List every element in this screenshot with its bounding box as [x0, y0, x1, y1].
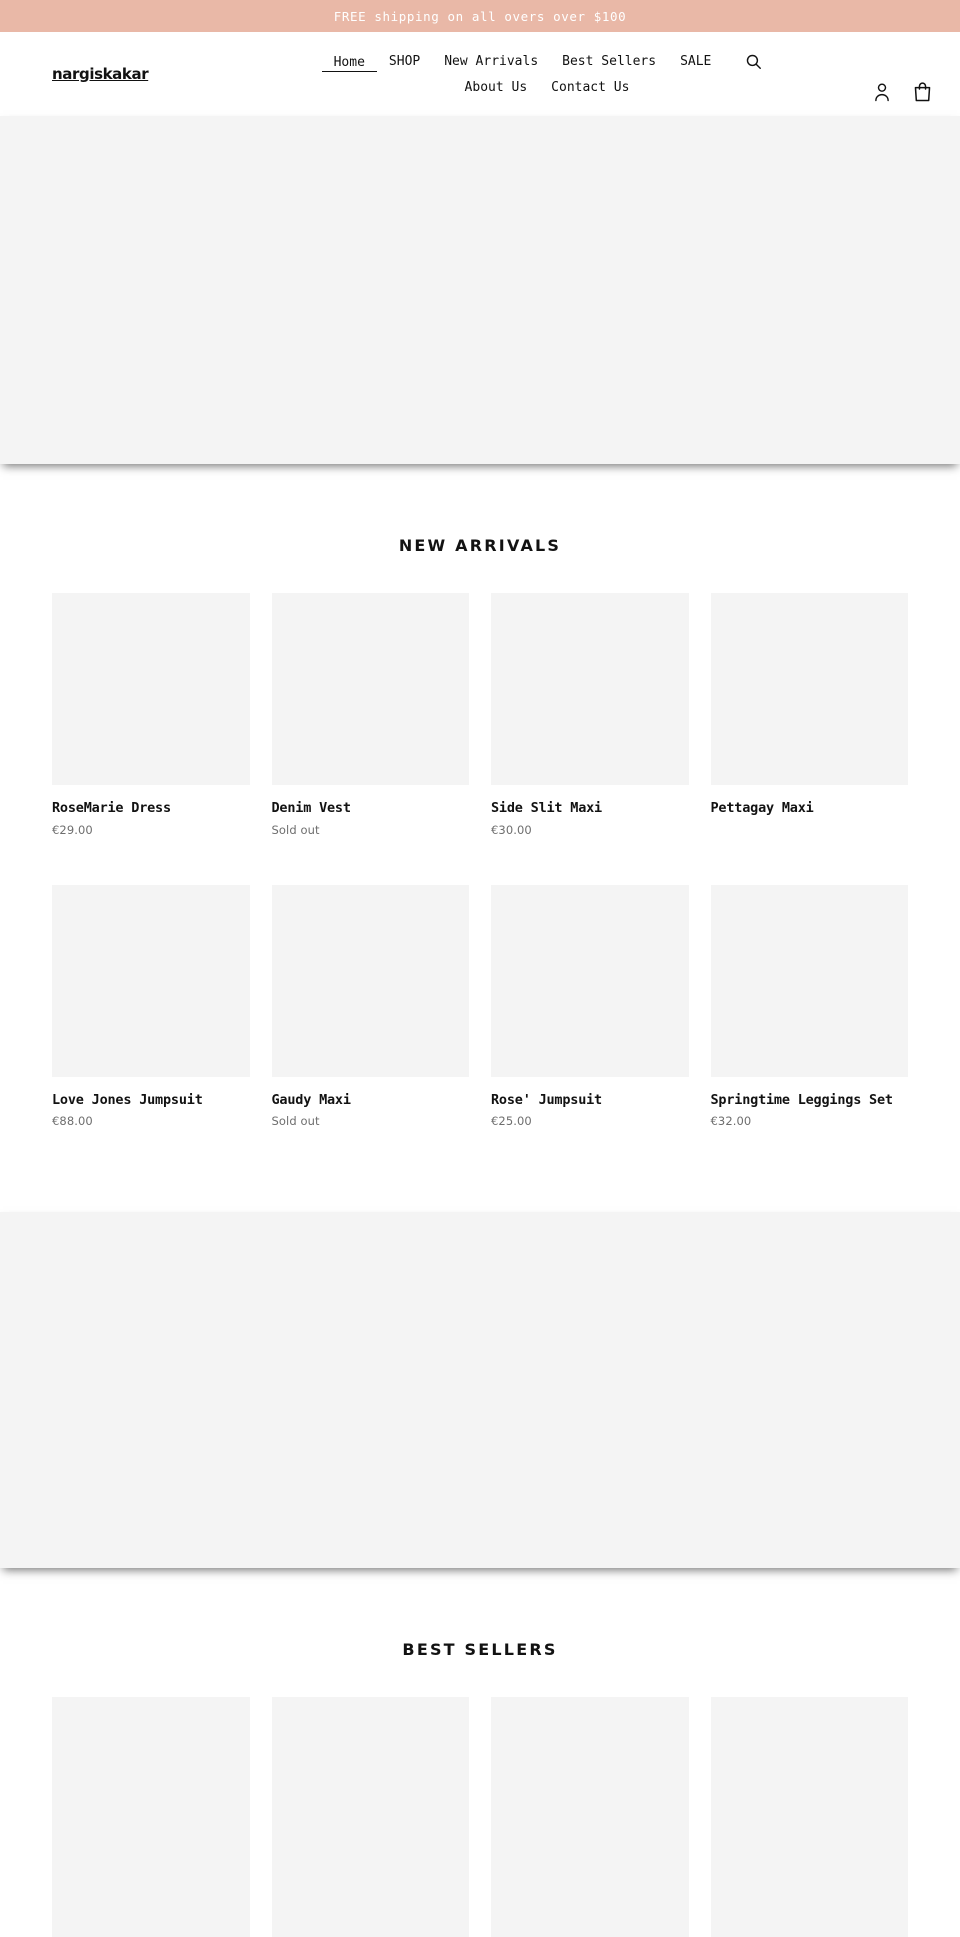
- product-title: Love Jones Jumpsuit: [52, 1091, 203, 1108]
- product-price: Sold out: [271, 822, 320, 837]
- nav-item-shop[interactable]: SHOP: [377, 51, 432, 72]
- product-card[interactable]: Pettagay Maxi: [710, 593, 908, 837]
- product-card[interactable]: RoseMarie Dress €29.00: [52, 593, 250, 837]
- nav-item-new-arrivals[interactable]: New Arrivals: [432, 51, 550, 72]
- product-card[interactable]: Side Slit Maxi €30.00: [491, 593, 689, 837]
- product-price: €32.00: [710, 1114, 752, 1129]
- section-best-sellers: BEST SELLERS: [0, 1568, 960, 1937]
- product-price: €29.00: [52, 822, 93, 837]
- nav-row-primary: Home SHOP New Arrivals Best Sellers SALE: [321, 50, 773, 73]
- header-icon-group: [812, 81, 932, 116]
- announcement-text: FREE shipping on all overs over $100: [333, 8, 627, 24]
- grid-row-spacer: [52, 837, 908, 885]
- hero-banner[interactable]: [0, 116, 960, 464]
- product-image: [491, 1697, 689, 1937]
- section-title-new-arrivals: NEW ARRIVALS: [398, 536, 562, 555]
- product-image: [710, 1697, 908, 1937]
- nav-item-sale[interactable]: SALE: [668, 51, 723, 72]
- product-card[interactable]: [271, 1697, 469, 1937]
- product-title: Gaudy Maxi: [271, 1091, 351, 1108]
- product-image: [52, 1697, 250, 1937]
- product-card[interactable]: Gaudy Maxi Sold out: [271, 884, 469, 1129]
- account-button[interactable]: [873, 82, 891, 102]
- product-title: Springtime Leggings Set: [710, 1091, 894, 1108]
- product-price: Sold out: [271, 1114, 320, 1129]
- nav-item-contact-us[interactable]: Contact Us: [539, 77, 641, 98]
- product-image: [710, 593, 908, 785]
- product-image: [271, 593, 469, 785]
- search-icon: [747, 54, 762, 69]
- site-logo[interactable]: nargiskakar: [52, 65, 282, 83]
- section-title-best-sellers: BEST SELLERS: [402, 1640, 558, 1660]
- product-card[interactable]: Springtime Leggings Set €32.00: [710, 884, 908, 1129]
- product-image: [271, 1697, 469, 1937]
- product-image: [52, 593, 250, 785]
- product-card[interactable]: [52, 1697, 250, 1937]
- product-card[interactable]: [491, 1697, 689, 1937]
- cart-icon: [914, 82, 931, 102]
- cart-button[interactable]: [913, 81, 932, 102]
- nav-row-secondary: About Us Contact Us: [453, 77, 642, 98]
- search-button[interactable]: [723, 50, 772, 73]
- product-image: [491, 884, 689, 1077]
- product-card[interactable]: Love Jones Jumpsuit €88.00: [52, 884, 250, 1129]
- product-grid-new-arrivals-row-1: RoseMarie Dress €29.00 Denim Vest Sold o…: [52, 593, 908, 837]
- product-price: €30.00: [491, 822, 532, 837]
- product-price: €88.00: [52, 1114, 93, 1129]
- product-image: [710, 884, 908, 1077]
- product-grid-new-arrivals-row-2: Love Jones Jumpsuit €88.00 Gaudy Maxi So…: [52, 884, 908, 1129]
- nav-item-best-sellers[interactable]: Best Sellers: [550, 51, 668, 72]
- product-title: Denim Vest: [271, 800, 351, 816]
- announcement-bar: FREE shipping on all overs over $100: [0, 0, 960, 32]
- product-card[interactable]: Denim Vest Sold out: [271, 593, 469, 837]
- product-image: [52, 884, 250, 1077]
- product-title: Rose' Jumpsuit: [491, 1091, 602, 1108]
- account-icon: [875, 82, 889, 101]
- product-price: €25.00: [491, 1114, 532, 1129]
- nav-item-home[interactable]: Home: [321, 52, 377, 72]
- product-card[interactable]: Rose' Jumpsuit €25.00: [491, 884, 689, 1129]
- product-card[interactable]: [710, 1697, 908, 1937]
- section-new-arrivals: NEW ARRIVALS RoseMarie Dress €29.00 Deni…: [0, 464, 960, 1213]
- nav-item-about-us[interactable]: About Us: [453, 77, 540, 98]
- product-image: [271, 884, 469, 1077]
- product-title: Pettagay Maxi: [710, 800, 814, 816]
- product-title: RoseMarie Dress: [52, 800, 171, 816]
- main-navigation: Home SHOP New Arrivals Best Sellers SALE…: [282, 50, 812, 98]
- product-image: [491, 593, 689, 785]
- product-grid-best-sellers-row-1: [52, 1697, 908, 1937]
- site-header: nargiskakar Home SHOP New Arrivals Best …: [0, 32, 960, 116]
- promo-banner[interactable]: [0, 1212, 960, 1569]
- product-title: Side Slit Maxi: [491, 800, 602, 816]
